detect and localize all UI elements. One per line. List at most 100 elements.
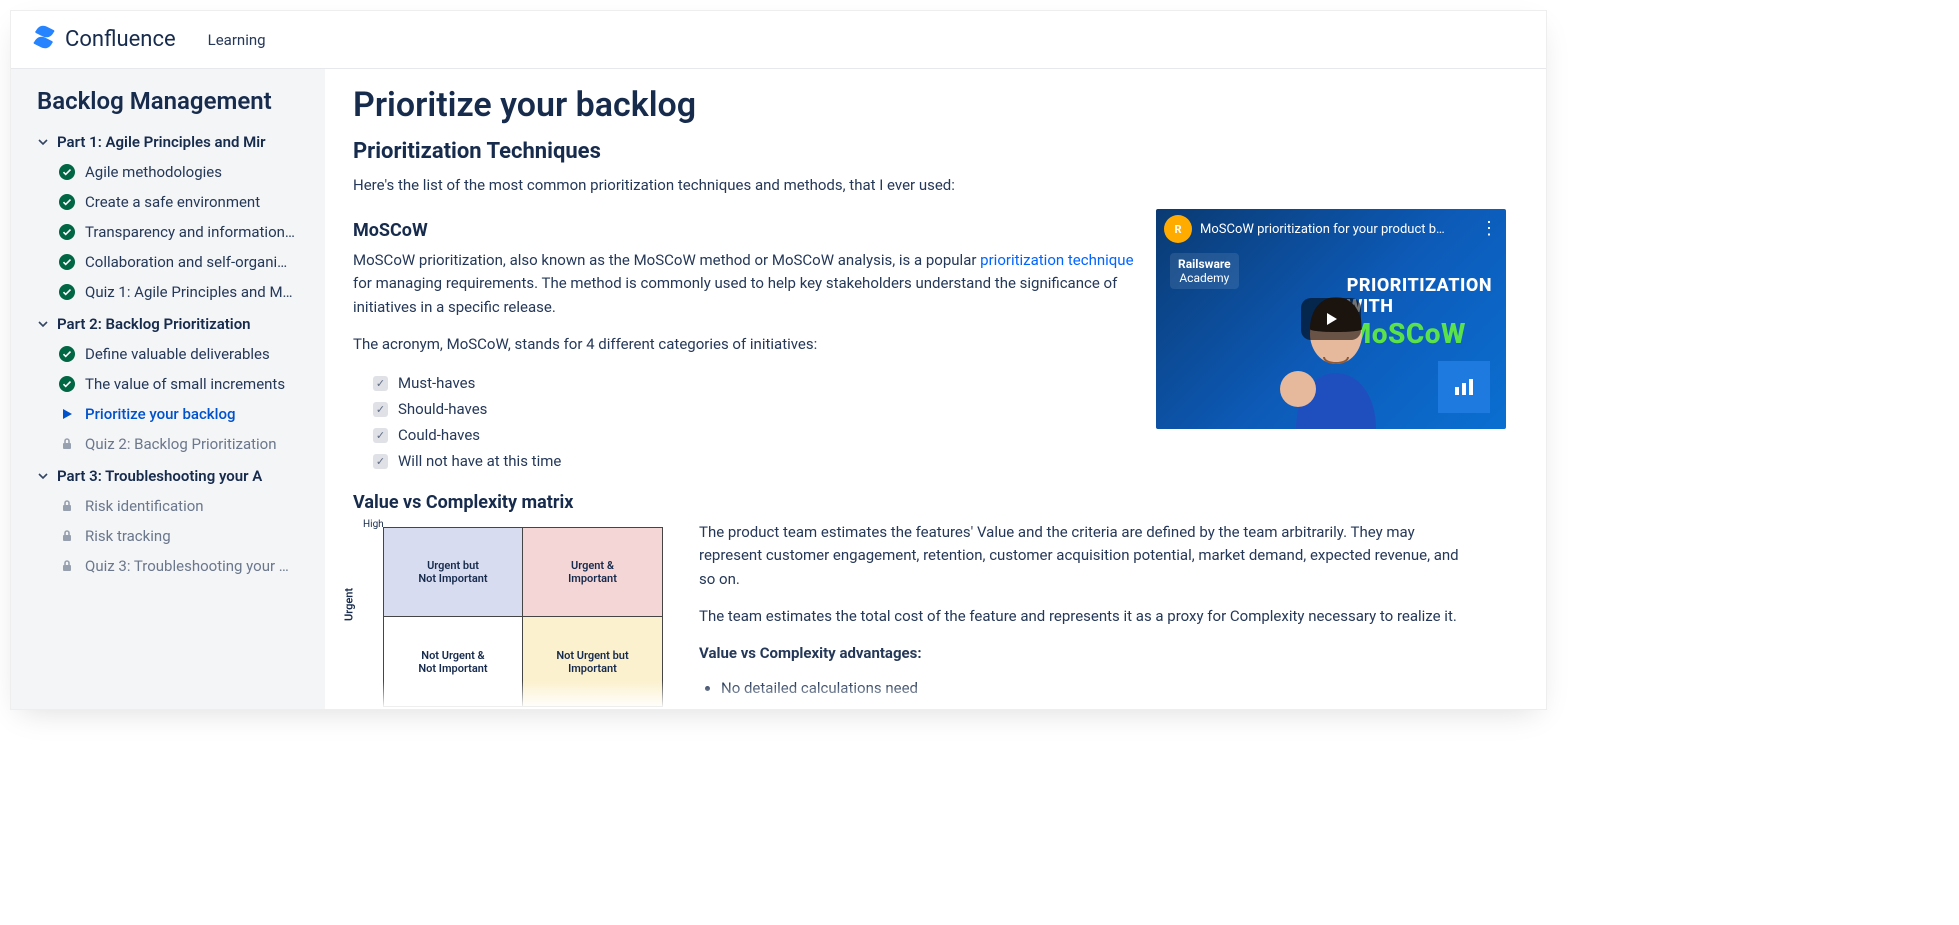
check-circle-icon [59,346,75,362]
sidebar: Backlog Management Part 1: Agile Princip… [11,69,325,709]
moscow-paragraph-1: MoSCoW prioritization, also known as the… [353,249,1140,319]
sidebar-section-label: Part 1: Agile Principles and Mir [57,133,266,151]
check-circle-icon [59,284,75,300]
sidebar-item-label: Create a safe environment [85,193,260,211]
page-subhead: Prioritization Techniques [353,139,1510,164]
sidebar-item[interactable]: Agile methodologies [37,157,315,187]
app-window: Confluence Learning Backlog Management P… [10,10,1547,710]
list-item: ✓ Will not have at this time [373,448,1140,474]
sidebar-item[interactable]: Collaboration and self-organi… [37,247,315,277]
sidebar-section-label: Part 3: Troubleshooting your A [57,467,262,485]
matrix-q4: Not Urgent butImportant [523,617,662,706]
check-circle-icon [59,224,75,240]
play-icon [59,406,75,422]
matrix-y-axis-label: Urgent [343,588,356,621]
sidebar-title: Backlog Management [37,87,315,115]
chevron-down-icon [37,136,49,148]
sidebar-item[interactable]: The value of small increments [37,369,315,399]
intro-text: Here's the list of the most common prior… [353,176,1510,194]
sidebar-item[interactable]: Define valuable deliverables [37,339,315,369]
list-item: ✓ Must-haves [373,370,1140,396]
sidebar-item-label: Risk tracking [85,527,171,545]
brand-name: Confluence [65,27,176,52]
vcc-paragraph-1: The product team estimates the features'… [699,521,1469,591]
lock-icon [59,558,75,574]
checkbox-icon: ✓ [373,376,388,391]
lock-icon [59,528,75,544]
lock-icon [59,498,75,514]
vcc-text-block: The product team estimates the features'… [699,521,1469,697]
main-content: Prioritize your backlog Prioritization T… [325,69,1546,709]
kebab-menu-icon[interactable]: ⋮ [1480,222,1498,236]
list-item-label: Could-haves [398,426,480,444]
channel-avatar-icon: R [1164,215,1192,243]
sidebar-item-label: Define valuable deliverables [85,345,270,363]
text-fragment: MoSCoW prioritization, also known as the… [353,251,980,269]
list-item: ✓ Could-haves [373,422,1140,448]
chevron-down-icon [37,470,49,482]
vcc-advantages-list: No detailed calculations need [721,679,1469,697]
moscow-paragraph-2: The acronym, MoSCoW, stands for 4 differ… [353,333,1140,356]
sidebar-section-label: Part 2: Backlog Prioritization [57,315,251,333]
section-heading-vcc: Value vs Complexity matrix [353,492,1510,513]
sidebar-item-label: Quiz 3: Troubleshooting your … [85,557,289,575]
confluence-logo-icon [31,24,57,56]
sidebar-item-label: Agile methodologies [85,163,222,181]
nav-learning[interactable]: Learning [208,31,266,49]
vcc-advantages-heading: Value vs Complexity advantages: [699,642,1469,665]
video-title: MoSCoW prioritization for your product b… [1200,222,1472,237]
checkbox-icon: ✓ [373,402,388,417]
sidebar-item-label: Quiz 1: Agile Principles and M… [85,283,293,301]
sidebar-item-current[interactable]: Prioritize your backlog [37,399,315,429]
play-button[interactable] [1301,298,1361,340]
topbar: Confluence Learning [11,11,1546,69]
checkbox-icon: ✓ [373,454,388,469]
chart-tile-icon [1438,361,1490,413]
page-body: Backlog Management Part 1: Agile Princip… [11,69,1546,709]
sidebar-item-locked: Quiz 3: Troubleshooting your … [37,551,315,581]
sidebar-section-part2[interactable]: Part 2: Backlog Prioritization [37,315,315,333]
check-circle-icon [59,254,75,270]
moscow-list: ✓ Must-haves ✓ Should-haves ✓ Could-haves ✓… [353,370,1140,474]
sidebar-item-locked: Quiz 2: Backlog Prioritization [37,429,315,459]
sidebar-item-locked: Risk tracking [37,521,315,551]
sidebar-item-label: The value of small increments [85,375,285,393]
list-item-label: Must-haves [398,374,475,392]
moscow-section: MoSCoW MoSCoW prioritization, also known… [353,220,1140,474]
sidebar-item-label: Collaboration and self-organi… [85,253,287,271]
list-item-label: Should-haves [398,400,487,418]
check-circle-icon [59,164,75,180]
sidebar-item[interactable]: Create a safe environment [37,187,315,217]
sidebar-item[interactable]: Transparency and information… [37,217,315,247]
matrix-q1: Urgent butNot Important [384,528,523,617]
sidebar-item-label: Risk identification [85,497,204,515]
video-title-bar: R MoSCoW prioritization for your product… [1164,215,1498,243]
brand[interactable]: Confluence [31,24,176,56]
text-fragment: for managing requirements. The method is… [353,274,1117,315]
prioritization-technique-link[interactable]: prioritization technique [980,251,1133,269]
sidebar-item-locked: Risk identification [37,491,315,521]
list-item: ✓ Should-haves [373,396,1140,422]
check-circle-icon [59,194,75,210]
chevron-down-icon [37,318,49,330]
sidebar-item-label: Prioritize your backlog [85,405,235,423]
video-thumbnail[interactable]: R MoSCoW prioritization for your product… [1156,209,1506,429]
matrix-grid: Urgent butNot Important Urgent &Importan… [383,527,663,707]
page-title: Prioritize your backlog [353,85,1510,125]
sidebar-section-part1[interactable]: Part 1: Agile Principles and Mir [37,133,315,151]
vcc-matrix: High Urgent Urgent butNot Important Urge… [353,521,673,709]
matrix-high-label: High [363,519,384,530]
vcc-section: High Urgent Urgent butNot Important Urge… [353,521,1510,709]
lock-icon [59,436,75,452]
video-badge: Railsware Academy [1170,253,1239,289]
sidebar-section-part3[interactable]: Part 3: Troubleshooting your A [37,467,315,485]
checkbox-icon: ✓ [373,428,388,443]
matrix-q3: Not Urgent &Not Important [384,617,523,706]
list-item: No detailed calculations need [721,679,1469,697]
video-badge-bottom: Academy [1178,271,1231,285]
sidebar-item[interactable]: Quiz 1: Agile Principles and M… [37,277,315,307]
check-circle-icon [59,376,75,392]
list-item-label: Will not have at this time [398,452,561,470]
vcc-paragraph-2: The team estimates the total cost of the… [699,605,1469,628]
sidebar-item-label: Transparency and information… [85,223,295,241]
